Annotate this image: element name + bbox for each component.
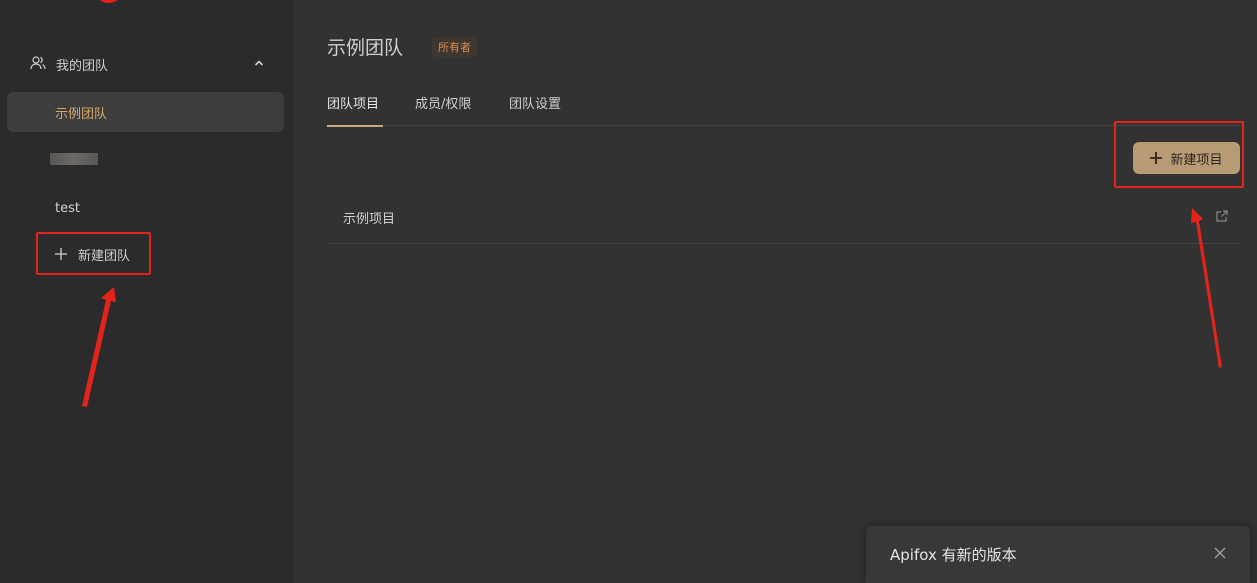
page-title: 示例团队	[327, 37, 404, 59]
update-notification: Apifox 有新的版本	[866, 526, 1250, 583]
new-project-label: 新建项目	[1170, 152, 1223, 168]
tab-bar: 团队项目 成员/权限 团队设置	[327, 90, 1241, 127]
sidebar: 我的团队 示例团队 test 新建团队	[0, 0, 294, 583]
new-team-button[interactable]: 新建团队	[38, 234, 150, 274]
tab-members[interactable]: 成员/权限	[415, 90, 471, 126]
project-row[interactable]: 示例项目	[327, 192, 1241, 244]
chevron-up-icon[interactable]	[252, 56, 266, 70]
new-project-button[interactable]: 新建项目	[1133, 142, 1240, 174]
tab-label: 团队项目	[327, 97, 380, 112]
sidebar-item-label: test	[55, 200, 80, 216]
tab-team-projects[interactable]: 团队项目	[327, 90, 383, 127]
plus-icon	[54, 247, 68, 261]
sidebar-item-label: 示例团队	[55, 106, 108, 122]
my-teams-label: 我的团队	[56, 58, 109, 74]
close-icon[interactable]	[1214, 545, 1226, 559]
project-name: 示例项目	[343, 212, 396, 227]
tab-team-settings[interactable]: 团队设置	[509, 90, 561, 126]
tab-label: 成员/权限	[415, 97, 472, 112]
new-team-label: 新建团队	[78, 248, 131, 264]
sidebar-item-test[interactable]: test	[7, 188, 284, 228]
sidebar-item-example-team[interactable]: 示例团队	[7, 92, 284, 132]
redacted-team-name[interactable]	[50, 153, 98, 165]
tab-label: 团队设置	[509, 97, 562, 112]
external-link-icon[interactable]	[1215, 209, 1229, 223]
my-teams-header[interactable]: 我的团队	[22, 48, 274, 80]
team-icon	[30, 55, 48, 73]
owner-badge: 所有者	[432, 37, 477, 57]
notification-message: Apifox 有新的版本	[890, 546, 1017, 564]
plus-icon	[1150, 152, 1163, 164]
